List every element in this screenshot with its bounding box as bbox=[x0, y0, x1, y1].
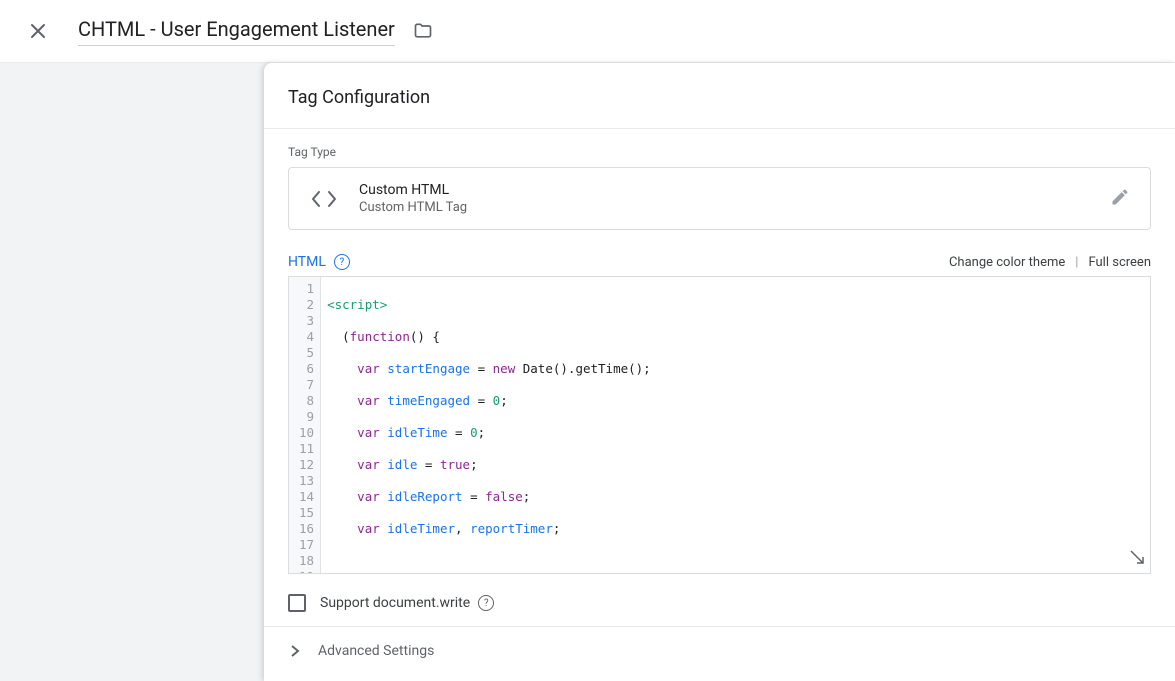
fullscreen-link[interactable]: Full screen bbox=[1088, 255, 1151, 270]
editor-header: HTML ? Change color theme | Full screen bbox=[288, 254, 1151, 270]
line-gutter: 1 2 3 4 5 6 7 8 9 10 11 12 13 14 15 16 1… bbox=[289, 277, 321, 573]
pencil-icon[interactable] bbox=[1110, 187, 1130, 211]
close-icon[interactable] bbox=[28, 21, 48, 41]
advanced-settings[interactable]: Advanced Settings bbox=[264, 626, 1175, 675]
section-title: Tag Configuration bbox=[264, 63, 1175, 129]
config-panel: Tag Configuration Tag Type Custom HTML C… bbox=[264, 63, 1175, 681]
folder-icon[interactable] bbox=[413, 21, 433, 41]
tagtype-name: Custom HTML bbox=[359, 182, 1110, 198]
help-icon[interactable]: ? bbox=[334, 254, 350, 270]
page-title[interactable]: CHTML - User Engagement Listener bbox=[78, 17, 395, 46]
tagtype-card[interactable]: Custom HTML Custom HTML Tag bbox=[288, 167, 1151, 230]
html-label: HTML bbox=[288, 254, 326, 270]
docwrite-row: Support document.write ? bbox=[264, 574, 1175, 626]
separator: | bbox=[1075, 255, 1078, 270]
tagtype-label: Tag Type bbox=[264, 129, 1175, 167]
tagtype-subtitle: Custom HTML Tag bbox=[359, 200, 1110, 215]
code-icon bbox=[309, 189, 339, 209]
docwrite-checkbox[interactable] bbox=[288, 594, 306, 612]
resize-handle-icon[interactable] bbox=[1130, 550, 1144, 567]
code-editor[interactable]: 1 2 3 4 5 6 7 8 9 10 11 12 13 14 15 16 1… bbox=[288, 276, 1151, 574]
change-theme-link[interactable]: Change color theme bbox=[949, 255, 1065, 270]
tagtype-text: Custom HTML Custom HTML Tag bbox=[359, 182, 1110, 215]
code-content[interactable]: <script> (function() { var startEngage =… bbox=[321, 277, 762, 573]
header: CHTML - User Engagement Listener bbox=[0, 0, 1175, 63]
chevron-right-icon bbox=[288, 644, 302, 658]
advanced-label: Advanced Settings bbox=[318, 643, 434, 659]
docwrite-label: Support document.write bbox=[320, 595, 470, 611]
help-icon[interactable]: ? bbox=[478, 595, 494, 611]
